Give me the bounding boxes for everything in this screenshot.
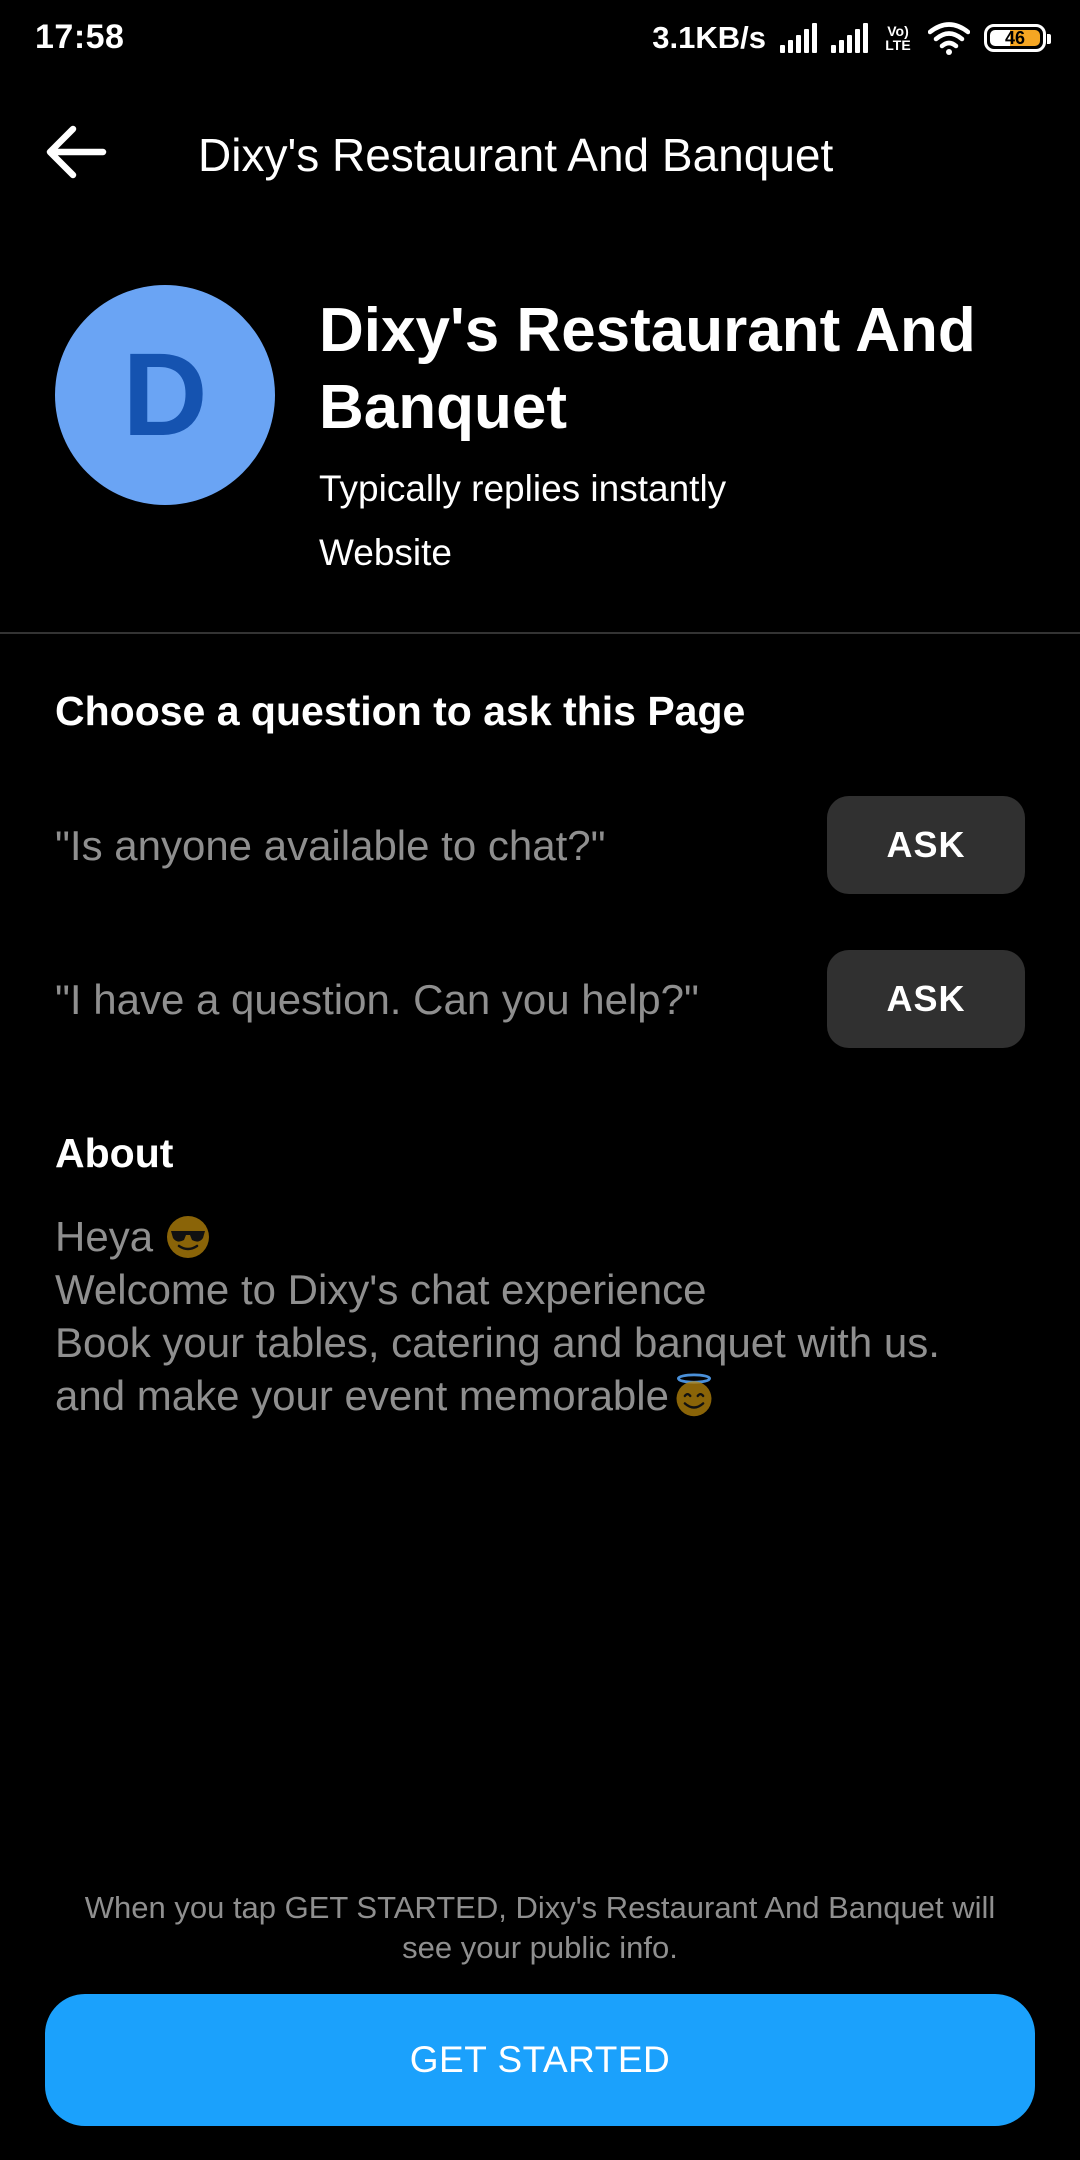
- about-line-1: Heya: [55, 1210, 1045, 1263]
- sunglasses-face-icon: [167, 1215, 210, 1258]
- ask-button-1[interactable]: ASK: [827, 796, 1025, 894]
- about-title: About: [55, 1130, 174, 1176]
- status-icons: 3.1KB/s Vo) LTE 46: [652, 16, 1051, 60]
- about-line-1-text: Heya: [55, 1213, 154, 1260]
- status-bar: 17:58 3.1KB/s Vo) LTE 46: [0, 0, 1080, 76]
- reply-time: Typically replies instantly: [319, 468, 727, 509]
- about-line-3: Book your tables, catering and banquet w…: [55, 1319, 940, 1366]
- back-button[interactable]: [36, 112, 116, 192]
- questions-title: Choose a question to ask this Page: [55, 688, 746, 734]
- arrow-left-icon: [46, 125, 107, 179]
- signal-1-icon: [780, 23, 817, 53]
- battery-icon: 46: [984, 24, 1051, 52]
- website-link[interactable]: Website: [319, 532, 452, 574]
- avatar-letter: D: [122, 329, 208, 461]
- about-line-2: Welcome to Dixy's chat experience: [55, 1266, 707, 1313]
- volte-bottom-label: LTE: [885, 37, 911, 53]
- wifi-icon: [928, 22, 970, 55]
- header-title: Dixy's Restaurant And Banquet: [198, 129, 834, 181]
- question-text-1: "Is anyone available to chat?": [55, 822, 606, 869]
- volte-top-label: Vo): [887, 23, 909, 39]
- volte-icon: Vo) LTE: [882, 24, 914, 52]
- about-line-4-text: and make your event memorable: [55, 1372, 669, 1419]
- signal-2-icon: [831, 23, 868, 53]
- halo-face-icon: [676, 1372, 712, 1416]
- ask-button-2[interactable]: ASK: [827, 950, 1025, 1048]
- question-text-2: "I have a question. Can you help?": [55, 976, 699, 1023]
- avatar: D: [55, 285, 275, 505]
- about-text: Heya Welcome to Dixy's chat experience B…: [55, 1210, 1045, 1422]
- get-started-button[interactable]: GET STARTED: [45, 1994, 1035, 2126]
- about-line-4: and make your event memorable: [55, 1369, 1045, 1422]
- network-speed: 3.1KB/s: [652, 20, 766, 55]
- divider: [0, 632, 1080, 634]
- battery-level: 46: [1004, 27, 1026, 48]
- status-time: 17:58: [35, 18, 125, 56]
- disclaimer-text: When you tap GET STARTED, Dixy's Restaur…: [84, 1890, 996, 1965]
- page-name: Dixy's Restaurant And Banquet: [319, 296, 976, 442]
